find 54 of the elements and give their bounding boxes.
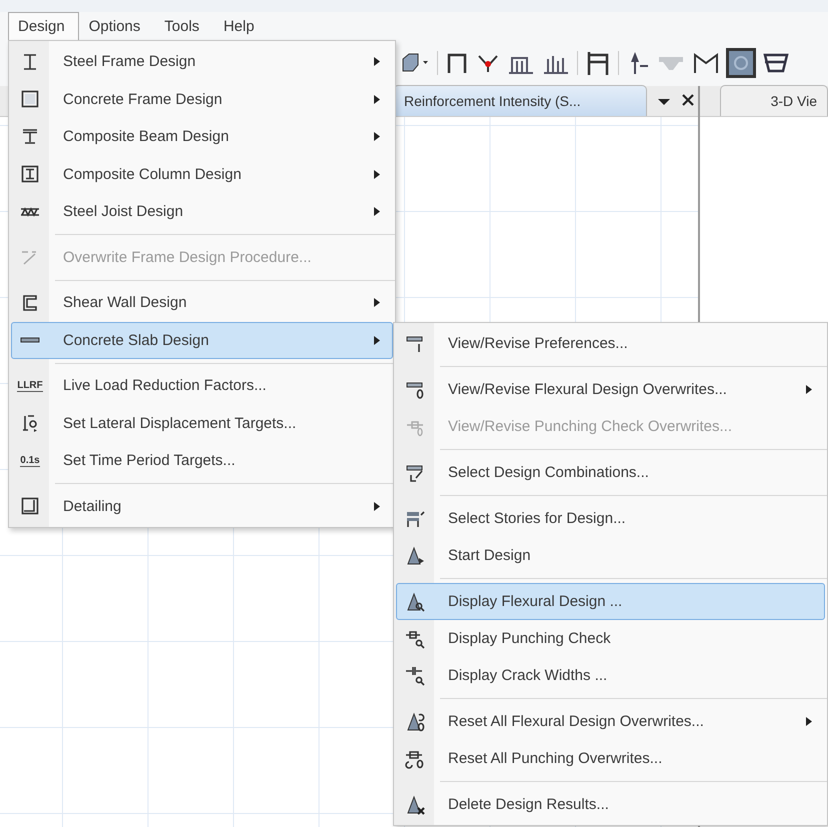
menu-item[interactable]: Delete Design Results... (396, 786, 825, 823)
menu-item[interactable]: Composite Beam Design (11, 118, 393, 156)
menu-item[interactable]: Concrete Frame Design (11, 80, 393, 118)
icon-label: 0.1s (20, 454, 40, 467)
shell-view-icon[interactable] (762, 51, 790, 75)
frame-icon[interactable] (585, 50, 611, 76)
slab-arrow-icon (405, 462, 425, 482)
crack-magnifier-icon (405, 666, 425, 686)
menu-bar-item[interactable]: Tools (154, 12, 214, 40)
punching-reset-icon (405, 748, 425, 768)
column-section-icon (20, 164, 40, 184)
beam-section-icon (20, 126, 40, 147)
menu-item[interactable]: Detailing (11, 488, 393, 525)
menu-item[interactable]: Display Crack Widths ... (396, 657, 825, 694)
menu-item[interactable]: Shear Wall Design (11, 284, 393, 322)
menu-item[interactable]: Set Lateral Displacement Targets... (11, 404, 393, 442)
menu-item[interactable]: View/Revise Preferences... (396, 325, 825, 362)
slab-icon (405, 334, 425, 354)
slab-icon (20, 337, 40, 344)
menu-item[interactable]: Reset All Punching Overwrites... (396, 740, 825, 777)
menu-item[interactable]: Steel Joist Design (11, 193, 393, 230)
menu-item[interactable]: Display Flexural Design ... (396, 583, 825, 620)
pyramid-delete-icon (405, 794, 425, 814)
pyramid-play-icon (405, 546, 425, 566)
caret-icon[interactable] (657, 97, 671, 107)
stories-icon (405, 508, 425, 528)
menu-item[interactable]: Select Design Combinations... (396, 454, 825, 491)
slab-icon (405, 380, 425, 400)
contour-view-icon[interactable] (727, 49, 755, 77)
portal-frame-icon[interactable] (445, 51, 469, 75)
document-tab[interactable]: 3-D Vie (720, 85, 828, 116)
close-icon[interactable] (681, 93, 695, 107)
deformed-frame-icon[interactable] (692, 51, 720, 75)
punching-magnifier-icon (405, 628, 425, 648)
menu-item[interactable]: Steel Frame Design (11, 43, 393, 80)
c-section-icon (20, 292, 40, 313)
pyramid-magnifier-icon (405, 592, 425, 612)
menu-bar-item[interactable]: Help (213, 12, 268, 40)
menu-item[interactable]: Composite Column Design (11, 156, 393, 193)
menu-item[interactable]: Select Stories for Design... (396, 500, 825, 537)
icon-label: LLRF (17, 380, 43, 392)
pyramid-reset-icon (405, 712, 425, 732)
menu-bar-item[interactable]: Options (78, 12, 154, 40)
document-tab[interactable]: Reinforcement Intensity (S... (393, 85, 647, 116)
menu-bar-item[interactable]: Design (8, 12, 79, 40)
detailing-icon (20, 496, 40, 516)
menu-item[interactable]: Start Design (396, 537, 825, 574)
menu-item[interactable]: Reset All Flexural Design Overwrites... (396, 703, 825, 740)
menu-item[interactable]: Display Punching Check (396, 620, 825, 657)
menu-item[interactable]: 0.1s Set Time Period Targets... (11, 442, 393, 480)
square-section-icon (20, 89, 40, 110)
menu-item[interactable]: View/Revise Flexural Design Overwrites... (396, 371, 825, 408)
menu-item[interactable]: Concrete Slab Design (11, 322, 393, 359)
menu-item[interactable]: LLRF Live Load Reduction Factors... (11, 367, 393, 404)
